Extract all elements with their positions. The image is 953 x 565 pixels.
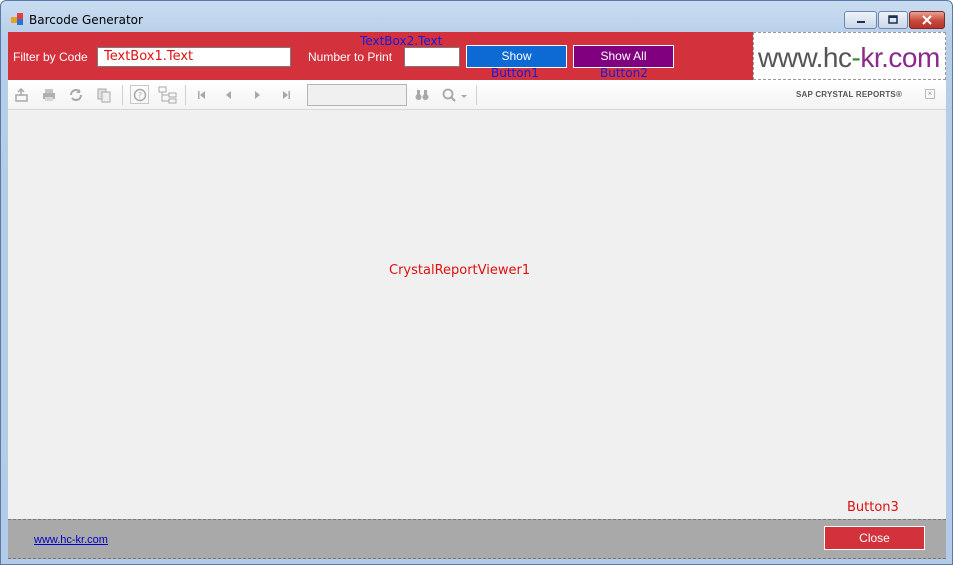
logo-www: www. — [758, 42, 823, 73]
report-toolbar: ? SAP CRYSTAL REPORTS® × — [8, 80, 946, 110]
report-viewer[interactable]: CrystalReportViewer1 — [8, 111, 946, 519]
logo-kr: kr.com — [860, 42, 940, 73]
close-button-designer-label: Button3 — [847, 500, 899, 515]
viewer-designer-label: CrystalReportViewer1 — [389, 263, 531, 278]
logo-hc: hc — [822, 42, 852, 73]
minimize-icon — [856, 21, 865, 23]
print-label: Number to Print — [308, 50, 393, 64]
export-icon[interactable] — [14, 87, 30, 103]
filter-label: Filter by Code — [13, 50, 88, 64]
window-title: Barcode Generator — [29, 13, 143, 27]
close-button[interactable]: Close — [824, 526, 925, 550]
show-all-button-designer-label: Button2 — [600, 66, 648, 80]
previous-page-icon[interactable] — [221, 87, 237, 103]
refresh-icon[interactable] — [68, 87, 84, 103]
show-button[interactable]: Show — [466, 45, 567, 68]
logo-panel: www.hc-kr.com — [753, 32, 946, 80]
close-window-button[interactable] — [909, 11, 945, 29]
sap-crystal-brand: SAP CRYSTAL REPORTS® — [796, 90, 903, 99]
help-icon[interactable]: ? — [130, 85, 149, 104]
toolbar-divider — [185, 85, 186, 105]
show-all-button[interactable]: Show All — [573, 45, 674, 68]
client-area: Filter by Code TextBox1.Text TextBox2.Te… — [8, 32, 946, 559]
find-icon[interactable] — [414, 87, 430, 103]
site-logo: www.hc-kr.com — [758, 42, 940, 74]
zoom-icon[interactable] — [441, 87, 469, 103]
logo-dash: - — [851, 42, 861, 73]
app-icon — [11, 13, 25, 27]
toolbar-divider — [476, 85, 477, 105]
app-window: Barcode Generator Filter by Code TextBox… — [0, 0, 953, 565]
page-number-input[interactable] — [307, 84, 407, 106]
toolbar-close-icon[interactable]: × — [925, 89, 935, 99]
last-page-icon[interactable] — [278, 87, 294, 103]
group-tree-icon[interactable] — [158, 85, 178, 105]
maximize-button[interactable] — [878, 11, 908, 29]
svg-text:?: ? — [137, 91, 141, 100]
minimize-button[interactable] — [844, 11, 877, 29]
print-count-input[interactable] — [404, 47, 460, 67]
show-button-designer-label: Button1 — [491, 66, 539, 80]
filter-input[interactable]: TextBox1.Text — [97, 47, 291, 67]
filter-panel: Filter by Code TextBox1.Text TextBox2.Te… — [8, 32, 753, 80]
website-link[interactable]: www.hc-kr.com — [34, 534, 108, 546]
title-bar[interactable]: Barcode Generator — [1, 1, 952, 32]
print-input-designer-label: TextBox2.Text — [360, 34, 443, 48]
maximize-icon — [888, 15, 898, 24]
copy-icon[interactable] — [96, 87, 112, 103]
footer-panel: www.hc-kr.com Close — [8, 519, 946, 559]
print-icon[interactable] — [41, 87, 57, 103]
toolbar-divider — [122, 85, 123, 105]
first-page-icon[interactable] — [194, 87, 210, 103]
close-icon — [922, 15, 932, 25]
next-page-icon[interactable] — [249, 87, 265, 103]
